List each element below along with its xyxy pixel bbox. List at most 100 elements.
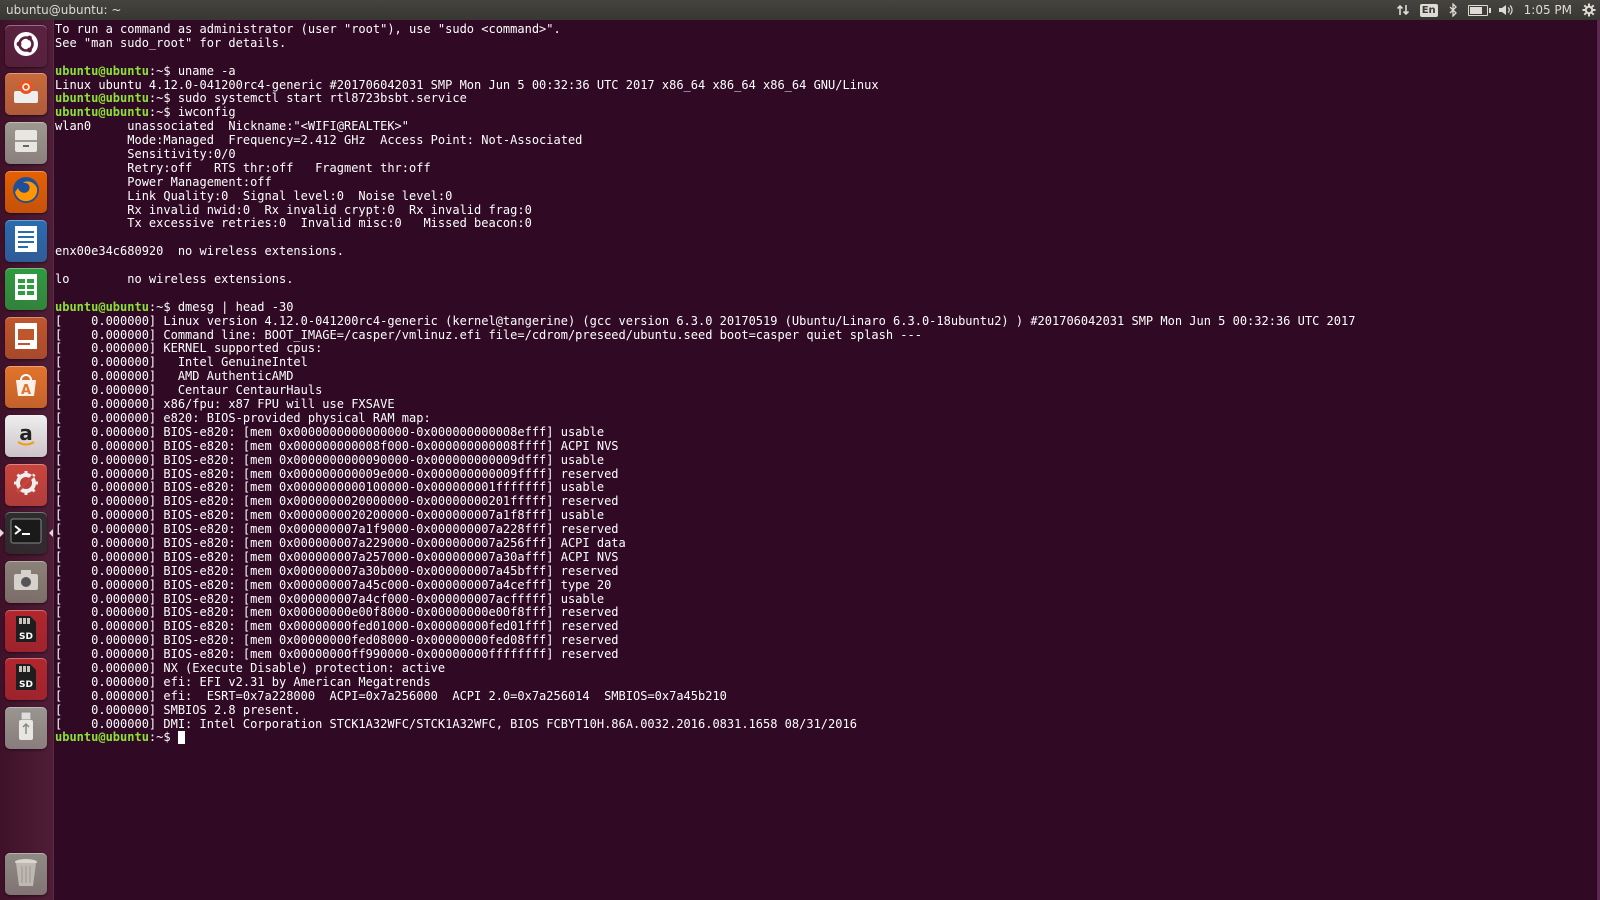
terminal-output-line: lo no wireless extensions. xyxy=(55,272,294,287)
command-text: dmesg | head -30 xyxy=(170,299,294,314)
battery-icon[interactable] xyxy=(1467,4,1491,16)
terminal-output[interactable]: To run a command as administrator (user … xyxy=(55,22,1356,745)
terminal-output-line xyxy=(55,287,1355,301)
launcher-item-system-settings[interactable] xyxy=(5,464,47,506)
terminal-output-line: [ 0.000000] BIOS-e820: [mem 0x0000000000… xyxy=(55,466,619,481)
sd-card-icon: SD xyxy=(12,614,40,648)
terminal-output-line: wlan0 unassociated Nickname:"<WIFI@REALT… xyxy=(55,119,410,134)
terminal-command-line: ubuntu@ubuntu:~$ sudo systemctl start rt… xyxy=(55,92,1355,106)
trash-icon xyxy=(12,856,40,892)
terminal-command-line: ubuntu@ubuntu:~$ dmesg | head -30 xyxy=(55,299,1355,315)
terminal-output-line: [ 0.000000] BIOS-e820: [mem 0x00000000fe… xyxy=(55,619,619,634)
installer-icon xyxy=(11,77,41,111)
launcher-item-usb-drive[interactable] xyxy=(5,707,47,749)
usb-drive-icon xyxy=(16,710,36,746)
terminal-output-line: [ 0.000000] Linux version 4.12.0-041200r… xyxy=(55,313,1356,328)
launcher-item-firefox[interactable] xyxy=(5,171,47,213)
terminal-output-line: [ 0.000000] BIOS-e820: [mem 0x000000007a… xyxy=(55,522,619,537)
bluetooth-icon[interactable] xyxy=(1448,3,1458,17)
prompt-user: ubuntu@ubuntu xyxy=(55,299,149,314)
prompt-user: ubuntu@ubuntu xyxy=(55,63,149,78)
terminal-output-line: [ 0.000000] Centaur CentaurHauls xyxy=(55,383,323,398)
indicator-area: En 1:05 PM xyxy=(1396,0,1596,20)
gear-icon[interactable] xyxy=(1582,3,1596,17)
command-text: sudo systemctl start rtl8723bsbt.service xyxy=(170,91,467,106)
terminal-scrollbar[interactable] xyxy=(1596,20,1600,900)
launcher-item-sd-card-1[interactable]: SD xyxy=(5,610,47,652)
keyboard-layout-indicator[interactable]: En xyxy=(1419,3,1438,17)
terminal-window[interactable]: To run a command as administrator (user … xyxy=(54,20,1600,900)
terminal-output-line: [ 0.000000] BIOS-e820: [mem 0x0000000000… xyxy=(55,438,619,453)
terminal-output-line: [ 0.000000] BIOS-e820: [mem 0x000000007a… xyxy=(55,549,619,564)
terminal-command-line: ubuntu@ubuntu:~$ iwconfig xyxy=(55,105,1355,120)
terminal-output-line: [ 0.000000] x86/fpu: x87 FPU will use FX… xyxy=(55,397,395,412)
command-text: iwconfig xyxy=(170,105,236,120)
launcher-item-camera[interactable] xyxy=(5,561,47,603)
prompt-path: :~$ xyxy=(148,63,171,78)
terminal-output-line: Link Quality:0 Signal level:0 Noise leve… xyxy=(55,188,453,203)
terminal-output-line: [ 0.000000] BIOS-e820: [mem 0x000000007a… xyxy=(55,591,605,606)
battery-level-fill xyxy=(1469,6,1483,14)
terminal-output-line: [ 0.000000] efi: ESRT=0x7a228000 ACPI=0x… xyxy=(55,688,727,703)
svg-text:SD: SD xyxy=(19,680,33,690)
svg-text:a: a xyxy=(19,421,33,445)
launcher-item-terminal[interactable] xyxy=(5,512,47,554)
impress-icon xyxy=(12,321,40,355)
terminal-output-line: Sensitivity:0/0 xyxy=(55,147,236,162)
prompt-user: ubuntu@ubuntu xyxy=(55,105,149,120)
terminal-output-line: Power Management:off xyxy=(55,174,272,189)
command-text xyxy=(171,730,178,744)
prompt-path: :~$ xyxy=(148,105,171,120)
prompt-path: :~$ xyxy=(148,91,171,106)
terminal-output-line xyxy=(55,231,1355,245)
writer-icon xyxy=(12,224,40,258)
calc-icon xyxy=(12,272,40,306)
volume-icon[interactable] xyxy=(1498,3,1514,17)
launcher-item-install-ubuntu[interactable] xyxy=(5,73,47,115)
launcher-item-trash[interactable] xyxy=(5,853,47,895)
terminal-output-line: Mode:Managed Frequency=2.412 GHz Access … xyxy=(55,133,583,148)
terminal-output-line: [ 0.000000] Command line: BOOT_IMAGE=/ca… xyxy=(55,327,922,342)
prompt-user: ubuntu@ubuntu xyxy=(55,730,149,745)
terminal-output-line: Tx excessive retries:0 Invalid misc:0 Mi… xyxy=(55,216,532,231)
software-center-icon: A xyxy=(11,370,41,404)
terminal-output-line: [ 0.000000] BIOS-e820: [mem 0x000000007a… xyxy=(55,577,612,592)
terminal-output-line: [ 0.000000] BIOS-e820: [mem 0x0000000000… xyxy=(55,452,605,467)
terminal-output-line: [ 0.000000] BIOS-e820: [mem 0x00000000e0… xyxy=(55,605,619,620)
terminal-output-line: To run a command as administrator (user … xyxy=(55,22,561,36)
terminal-output-line: [ 0.000000] Intel GenuineIntel xyxy=(55,355,308,370)
network-transfer-icon[interactable] xyxy=(1396,3,1410,17)
terminal-output-line: [ 0.000000] KERNEL supported cpus: xyxy=(55,341,323,356)
launcher-item-dash-home[interactable] xyxy=(5,25,47,67)
terminal-output-line: [ 0.000000] e820: BIOS-provided physical… xyxy=(55,410,431,425)
launcher-item-libreoffice-impress[interactable] xyxy=(5,317,47,359)
launcher-item-files[interactable] xyxy=(5,122,47,164)
terminal-output-line: enx00e34c680920 no wireless extensions. xyxy=(55,244,344,259)
launcher-item-libreoffice-calc[interactable] xyxy=(5,268,47,310)
svg-text:A: A xyxy=(21,383,31,398)
command-text: uname -a xyxy=(170,63,236,78)
terminal-output-line: See "man sudo_root" for details. xyxy=(55,35,287,50)
terminal-command-line: ubuntu@ubuntu:~$ uname -a xyxy=(55,63,1355,79)
terminal-output-line: [ 0.000000] NX (Execute Disable) protect… xyxy=(55,660,446,675)
launcher-item-sd-card-2[interactable]: SD xyxy=(5,658,47,700)
terminal-output-line xyxy=(55,259,1355,273)
terminal-output-line: [ 0.000000] BIOS-e820: [mem 0x0000000020… xyxy=(55,508,605,523)
prompt-path: :~$ xyxy=(148,299,171,314)
terminal-output-line: [ 0.000000] BIOS-e820: [mem 0x00000000fe… xyxy=(55,633,619,648)
camera-icon xyxy=(12,568,40,596)
clock[interactable]: 1:05 PM xyxy=(1524,0,1572,20)
launcher-item-amazon[interactable]: a xyxy=(5,415,47,457)
top-panel: ubuntu@ubuntu: ~ En 1:05 PM xyxy=(0,0,1600,20)
firefox-icon xyxy=(10,174,42,210)
prompt-path: :~$ xyxy=(148,730,171,745)
launcher-item-ubuntu-software[interactable]: A xyxy=(5,366,47,408)
launcher-item-libreoffice-writer[interactable] xyxy=(5,220,47,262)
launcher: Aa SD SD xyxy=(0,20,54,900)
terminal-output-line: [ 0.000000] efi: EFI v2.31 by American M… xyxy=(55,674,431,689)
terminal-icon xyxy=(10,518,42,548)
prompt-user: ubuntu@ubuntu xyxy=(55,91,149,106)
terminal-output-line xyxy=(55,51,1355,65)
terminal-output-line: [ 0.000000] BIOS-e820: [mem 0x000000007a… xyxy=(55,535,626,550)
terminal-output-line: [ 0.000000] AMD AuthenticAMD xyxy=(55,369,294,384)
